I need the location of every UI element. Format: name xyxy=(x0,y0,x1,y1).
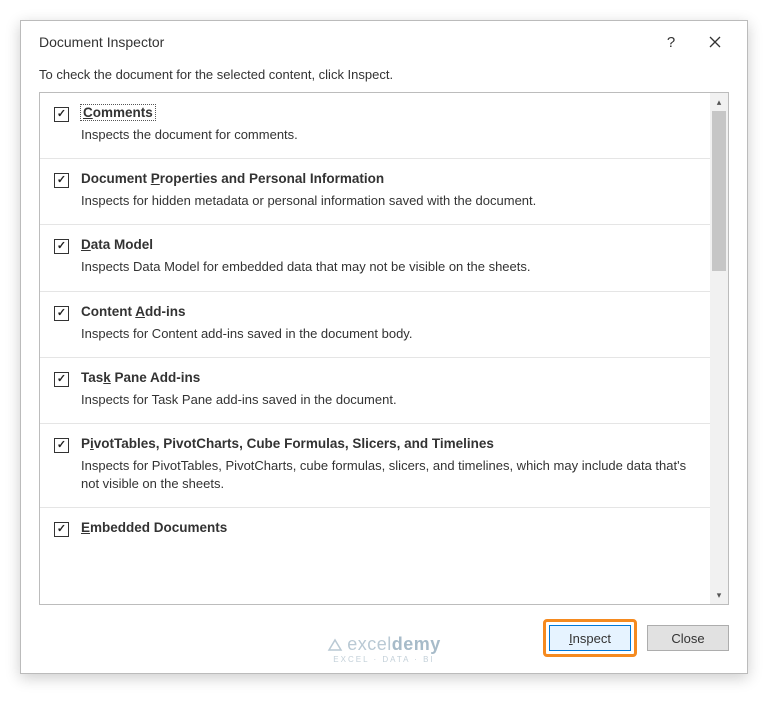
item-desc: Inspects Data Model for embedded data th… xyxy=(81,258,694,276)
tutorial-highlight: Inspect xyxy=(543,619,637,657)
item-data-model: Data Model Inspects Data Model for embed… xyxy=(40,225,710,291)
item-title: Document Properties and Personal Informa… xyxy=(81,171,694,186)
item-desc: Inspects for Content add-ins saved in th… xyxy=(81,325,694,343)
item-pivot: PivotTables, PivotCharts, Cube Formulas,… xyxy=(40,424,710,508)
checkbox-taskpane-addins[interactable] xyxy=(54,372,69,387)
inspection-list: Comments Inspects the document for comme… xyxy=(39,92,729,605)
checkbox-properties[interactable] xyxy=(54,173,69,188)
item-desc: Inspects for hidden metadata or personal… xyxy=(81,192,694,210)
item-desc: Inspects for Task Pane add-ins saved in … xyxy=(81,391,694,409)
checkbox-content-addins[interactable] xyxy=(54,306,69,321)
document-inspector-dialog: Document Inspector ? To check the docume… xyxy=(20,20,748,674)
help-button[interactable]: ? xyxy=(649,26,693,58)
scroll-thumb[interactable] xyxy=(712,111,726,271)
checkbox-data-model[interactable] xyxy=(54,239,69,254)
item-title: Embedded Documents xyxy=(81,520,694,535)
item-desc: Inspects for PivotTables, PivotCharts, c… xyxy=(81,457,694,493)
item-taskpane-addins: Task Pane Add-ins Inspects for Task Pane… xyxy=(40,358,710,424)
inspect-button[interactable]: Inspect xyxy=(549,625,631,651)
dialog-title: Document Inspector xyxy=(39,34,649,50)
item-desc: Inspects the document for comments. xyxy=(81,126,694,144)
item-embedded: Embedded Documents Inspects for embedded… xyxy=(40,508,710,544)
scroll-up-icon[interactable]: ▴ xyxy=(710,93,728,111)
scrollbar[interactable]: ▴ ▾ xyxy=(710,93,728,604)
item-comments: Comments Inspects the document for comme… xyxy=(40,93,710,159)
titlebar: Document Inspector ? xyxy=(21,21,747,63)
item-title: Data Model xyxy=(81,237,694,252)
scroll-down-icon[interactable]: ▾ xyxy=(710,586,728,604)
dialog-footer: Inspect Close xyxy=(21,605,747,673)
close-icon[interactable] xyxy=(693,26,737,58)
checkbox-comments[interactable] xyxy=(54,107,69,122)
item-properties: Document Properties and Personal Informa… xyxy=(40,159,710,225)
item-title: Comments xyxy=(81,105,155,120)
item-title: Task Pane Add-ins xyxy=(81,370,694,385)
close-button[interactable]: Close xyxy=(647,625,729,651)
checkbox-embedded[interactable] xyxy=(54,522,69,537)
item-desc: Inspects for embedded documents, which m… xyxy=(81,541,694,544)
item-content-addins: Content Add-ins Inspects for Content add… xyxy=(40,292,710,358)
item-title: PivotTables, PivotCharts, Cube Formulas,… xyxy=(81,436,694,451)
list-body: Comments Inspects the document for comme… xyxy=(40,93,710,604)
item-title: Content Add-ins xyxy=(81,304,694,319)
instruction-text: To check the document for the selected c… xyxy=(21,63,747,92)
checkbox-pivot[interactable] xyxy=(54,438,69,453)
